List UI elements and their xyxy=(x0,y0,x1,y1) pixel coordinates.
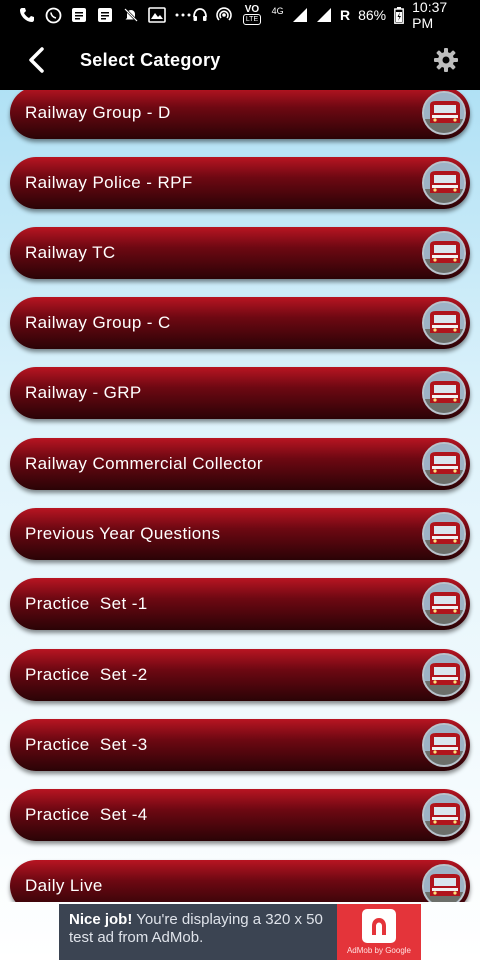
train-thumbnail-icon xyxy=(422,371,466,415)
page-title: Select Category xyxy=(80,49,221,70)
battery-icon xyxy=(394,6,405,24)
train-thumbnail-icon xyxy=(422,442,466,486)
gear-icon xyxy=(434,48,458,72)
train-thumbnail-icon xyxy=(422,301,466,345)
category-label: Railway TC xyxy=(25,243,116,262)
status-bar-right: VO LTE 4G R 86% 10:37 PM xyxy=(192,0,466,31)
gallery-icon xyxy=(148,6,166,24)
category-label: Railway Commercial Collector xyxy=(25,454,263,473)
headset-icon xyxy=(192,6,208,24)
train-thumbnail-icon xyxy=(422,91,466,135)
status-bar: VO LTE 4G R 86% 10:37 PM xyxy=(0,0,480,31)
category-label: Railway Police - RPF xyxy=(25,173,193,192)
signal-icon xyxy=(292,6,308,24)
category-label: Railway Group - D xyxy=(25,103,171,122)
train-thumbnail-icon xyxy=(422,793,466,837)
message-icon xyxy=(96,6,114,24)
mute-icon xyxy=(122,6,140,24)
network-type: 4G xyxy=(271,6,284,16)
message-icon xyxy=(70,6,88,24)
category-item-previous-year-questions[interactable]: Previous Year Questions xyxy=(10,508,470,560)
admob-logo: AdMob by Google xyxy=(337,904,421,960)
category-list[interactable]: Railway Group - D Railway Police - RPF R… xyxy=(0,90,480,902)
ad-brand: AdMob by Google xyxy=(346,946,412,955)
category-item-practice-set-2[interactable]: Practice Set -2 xyxy=(10,649,470,701)
ad-banner[interactable]: Nice job! You're displaying a 320 x 50 t… xyxy=(59,904,421,960)
category-item-practice-set-1[interactable]: Practice Set -1 xyxy=(10,578,470,630)
volte-label: VO xyxy=(244,4,260,15)
back-button[interactable] xyxy=(6,30,66,90)
category-label: Previous Year Questions xyxy=(25,524,221,543)
category-label: Railway - GRP xyxy=(25,383,142,402)
category-label: Practice Set -3 xyxy=(25,735,148,754)
status-bar-left xyxy=(18,6,192,24)
category-item-practice-set-3[interactable]: Practice Set -3 xyxy=(10,719,470,771)
train-thumbnail-icon xyxy=(422,161,466,205)
category-item-railway-group-d[interactable]: Railway Group - D xyxy=(10,90,470,139)
hotspot-icon xyxy=(216,6,232,24)
signal-icon xyxy=(316,6,332,24)
train-thumbnail-icon xyxy=(422,582,466,626)
category-label: Railway Group - C xyxy=(25,313,171,332)
admob-icon xyxy=(362,909,396,943)
category-item-railway-commercial-collector[interactable]: Railway Commercial Collector xyxy=(10,438,470,490)
category-label: Daily Live xyxy=(25,876,103,895)
ad-headline: Nice job! xyxy=(69,911,133,928)
back-arrow-icon xyxy=(29,47,44,73)
train-thumbnail-icon xyxy=(422,723,466,767)
train-thumbnail-icon xyxy=(422,231,466,275)
train-thumbnail-icon xyxy=(422,512,466,556)
lte-badge: LTE xyxy=(242,14,262,25)
category-label: Practice Set -1 xyxy=(25,594,148,613)
roaming-indicator: R xyxy=(339,7,351,23)
settings-button[interactable] xyxy=(430,44,462,76)
train-thumbnail-icon xyxy=(422,653,466,697)
category-label: Practice Set -2 xyxy=(25,665,148,684)
volte-icon: VO LTE xyxy=(240,4,263,25)
category-item-daily-live[interactable]: Daily Live xyxy=(10,860,470,902)
category-item-railway-group-c[interactable]: Railway Group - C xyxy=(10,297,470,349)
category-item-railway-grp[interactable]: Railway - GRP xyxy=(10,367,470,419)
clock: 10:37 PM xyxy=(412,0,448,31)
battery-percentage: 86% xyxy=(358,7,387,23)
category-item-railway-tc[interactable]: Railway TC xyxy=(10,227,470,279)
whatsapp-icon xyxy=(44,6,62,24)
phone-icon xyxy=(18,6,36,24)
category-item-practice-set-4[interactable]: Practice Set -4 xyxy=(10,789,470,841)
more-icon xyxy=(174,6,192,24)
app-bar: Select Category xyxy=(0,30,480,90)
ad-text: Nice job! You're displaying a 320 x 50 t… xyxy=(59,904,337,960)
train-thumbnail-icon xyxy=(422,864,466,902)
category-item-railway-police-rpf[interactable]: Railway Police - RPF xyxy=(10,157,470,209)
category-label: Practice Set -4 xyxy=(25,805,148,824)
